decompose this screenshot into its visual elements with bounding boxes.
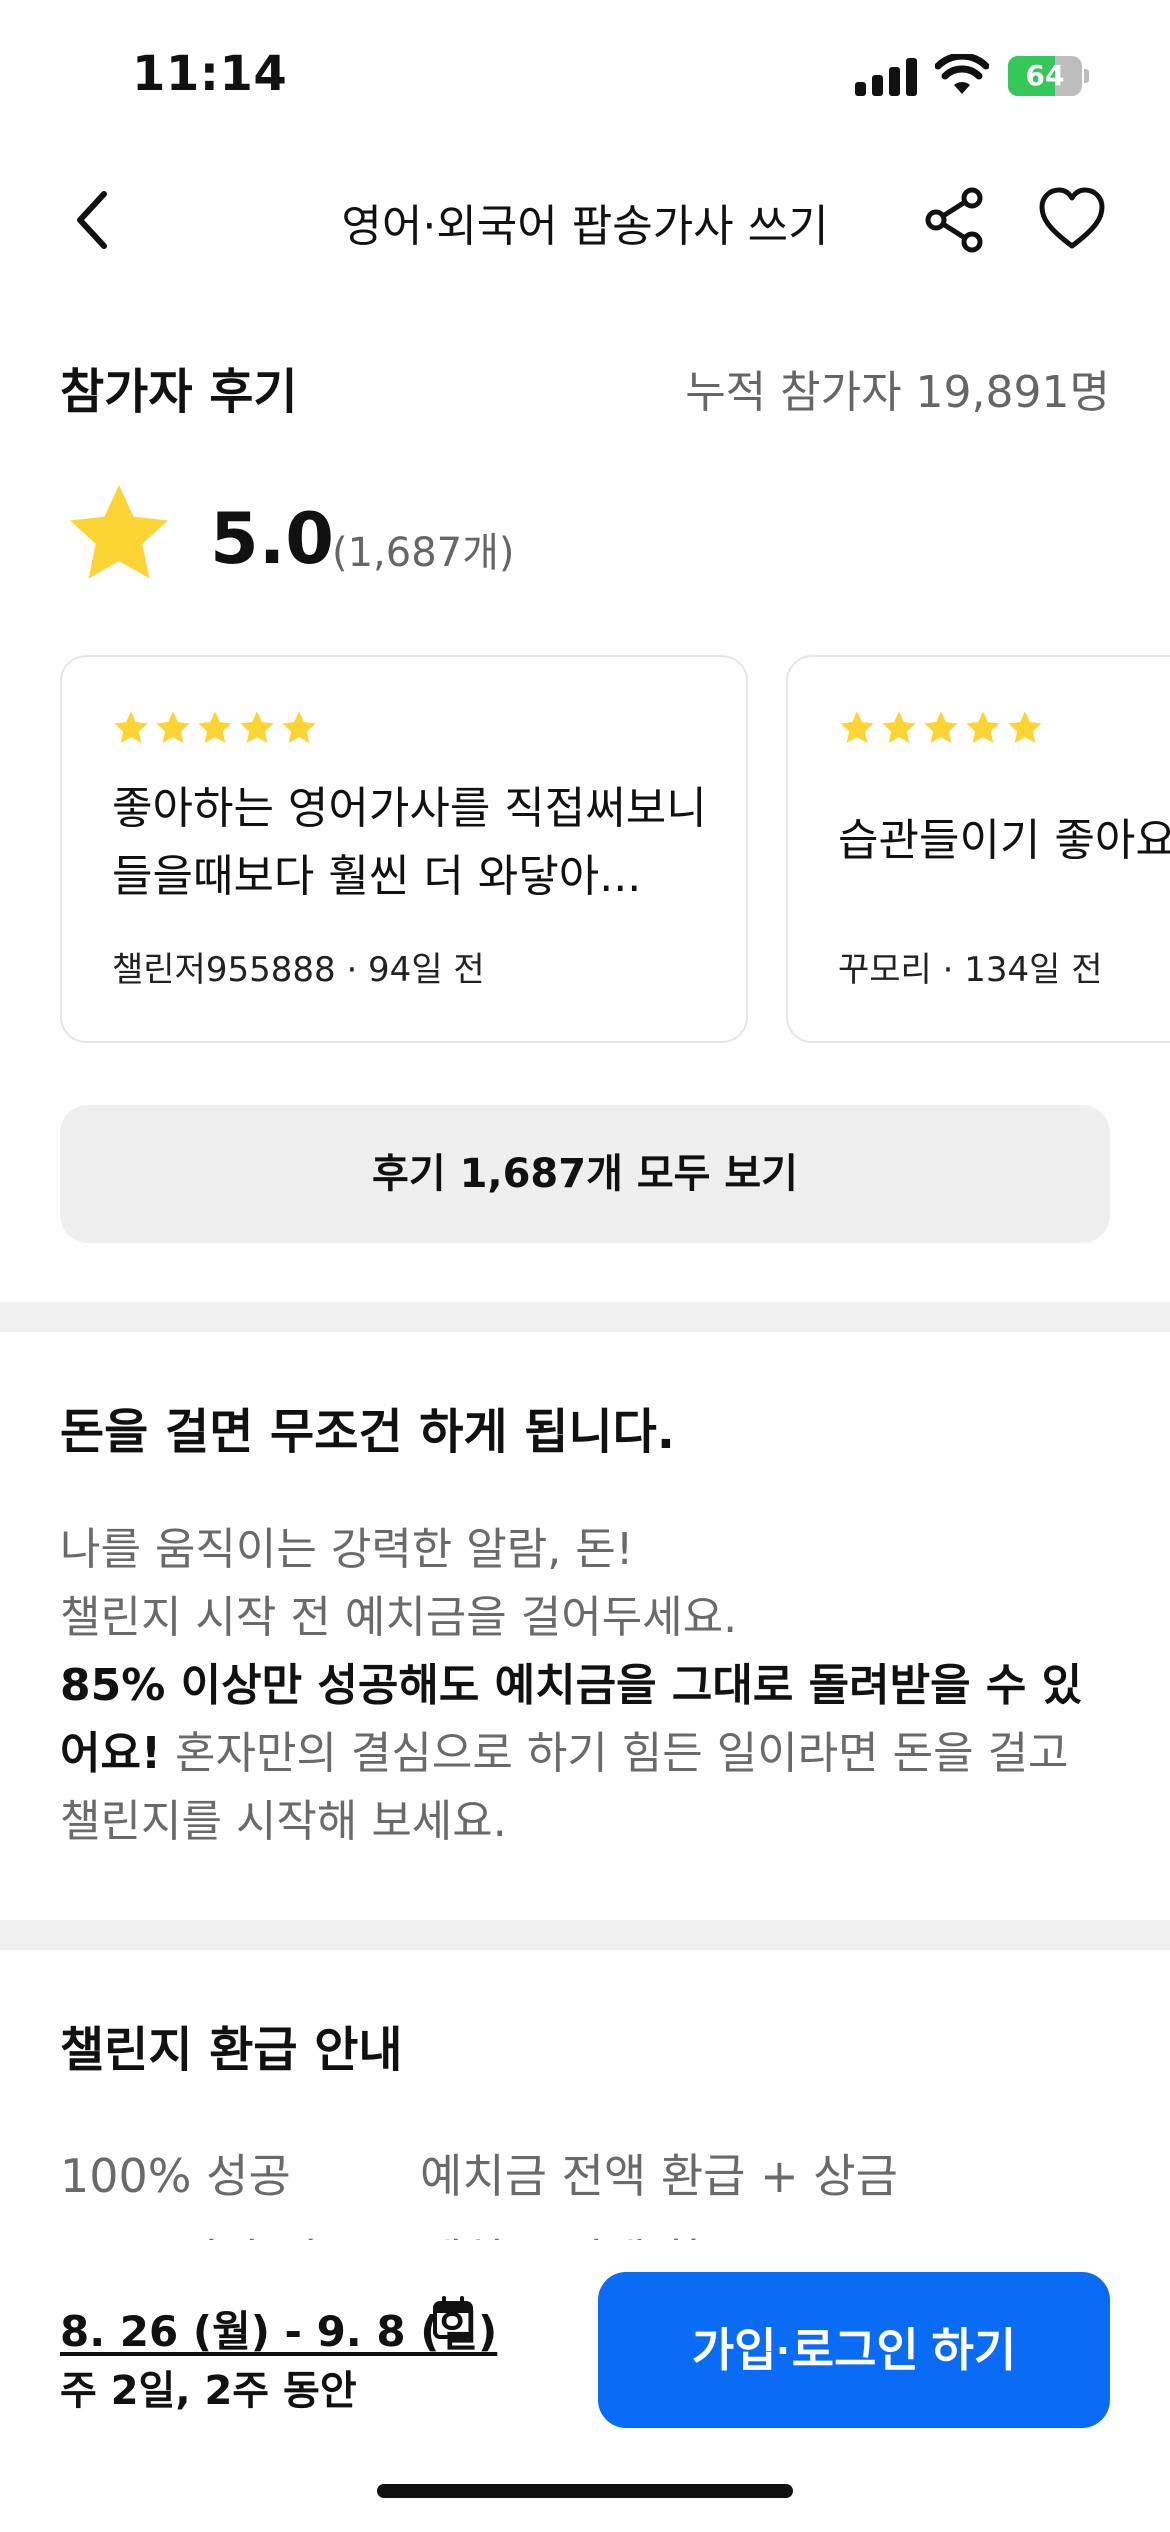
wifi-icon: [935, 54, 989, 94]
heart-icon[interactable]: [1034, 182, 1110, 258]
rating-value: 5.0: [210, 498, 335, 580]
back-arrow-icon[interactable]: [58, 182, 134, 258]
refund-label: 100% 성공: [60, 2149, 291, 2203]
card-stars: [838, 709, 1048, 749]
star-icon: [840, 711, 874, 744]
section-divider: [0, 1920, 1170, 1950]
see-all-reviews-button[interactable]: 후기 1,687개 모두 보기: [60, 1105, 1110, 1243]
reviews-title: 참가자 후기: [60, 364, 298, 420]
status-time: 11:14: [132, 46, 288, 102]
star-icon: [924, 711, 958, 744]
review-text: 좋아하는 영어가사를 직접써보니 들을때보다 훨씬 더 와닿아...: [112, 783, 707, 902]
deposit-title: 돈을 걸면 무조건 하게 됩니다.: [60, 1404, 675, 1460]
page-title: 영어·외국어 팝송가사 쓰기: [341, 201, 829, 252]
bottom-bar: 8. 26 (월) - 9. 8 (일) 주 2일, 2주 동안 가입·로그인 …: [0, 2240, 1170, 2532]
rating-count: (1,687개): [332, 530, 515, 576]
star-icon: [282, 711, 316, 744]
star-icon: [882, 711, 916, 744]
section-divider: [0, 1302, 1170, 1332]
deposit-rest: 혼자만의 결심으로 하기 힘든 일이라면 돈을 걸고 챌린지를 시작해 보세요.: [60, 1728, 1069, 1847]
deposit-line1: 나를 움직이는 강력한 알람, 돈!: [60, 1524, 634, 1575]
refund-value: 예치금 전액 환급 + 상금: [420, 2149, 898, 2203]
review-card[interactable]: 좋아하는 영어가사를 직접써보니 들을때보다 훨씬 더 와닿아... 챌린저95…: [60, 655, 748, 1043]
star-icon: [966, 711, 1000, 744]
status-bar: 11:14 64: [0, 0, 1170, 150]
star-icon: [114, 711, 148, 744]
deposit-description: 나를 움직이는 강력한 알람, 돈! 챌린지 시작 전 예치금을 걸어두세요. …: [60, 1516, 1120, 1856]
join-login-button[interactable]: 가입·로그인 하기: [598, 2272, 1110, 2428]
star-icon: [1008, 711, 1042, 744]
share-icon[interactable]: [918, 182, 994, 258]
participants-count: 누적 참가자 19,891명: [685, 367, 1110, 418]
star-icon: [198, 711, 232, 744]
signal-icon: [855, 58, 917, 96]
review-carousel[interactable]: 좋아하는 영어가사를 직접써보니 들을때보다 훨씬 더 와닿아... 챌린저95…: [0, 655, 1170, 1045]
nav-bar: 영어·외국어 팝송가사 쓰기: [0, 160, 1170, 280]
review-meta: 챌린저955888 · 94일 전: [112, 950, 485, 990]
deposit-line2: 챌린지 시작 전 예치금을 걸어두세요.: [60, 1592, 738, 1643]
rating-summary: 5.0 (1,687개): [60, 478, 760, 598]
refund-title: 챌린지 환급 안내: [60, 2022, 403, 2078]
star-icon: [156, 711, 190, 744]
review-meta: 꾸모리 · 134일 전: [838, 950, 1103, 990]
home-indicator: [377, 2484, 793, 2498]
battery-charging-icon: 64: [1008, 56, 1089, 96]
card-stars: [112, 709, 322, 749]
star-icon: [240, 711, 274, 744]
battery-level: 64: [1025, 59, 1065, 92]
deposit-line3: 85% 이상만 성공해도 예치금을 그대로 돌려받을 수 있어요! 혼자만의 결…: [60, 1652, 1120, 1856]
star-icon: [70, 485, 168, 579]
review-card[interactable]: 습관들이기 좋아요 꾸모리 · 134일 전: [786, 655, 1170, 1043]
reviews-header: 참가자 후기 누적 참가자 19,891명: [60, 352, 1110, 420]
calendar-icon[interactable]: [432, 2296, 474, 2340]
review-text: 습관들이기 좋아요: [838, 815, 1170, 866]
challenge-duration: 주 2일, 2주 동안: [60, 2368, 357, 2414]
